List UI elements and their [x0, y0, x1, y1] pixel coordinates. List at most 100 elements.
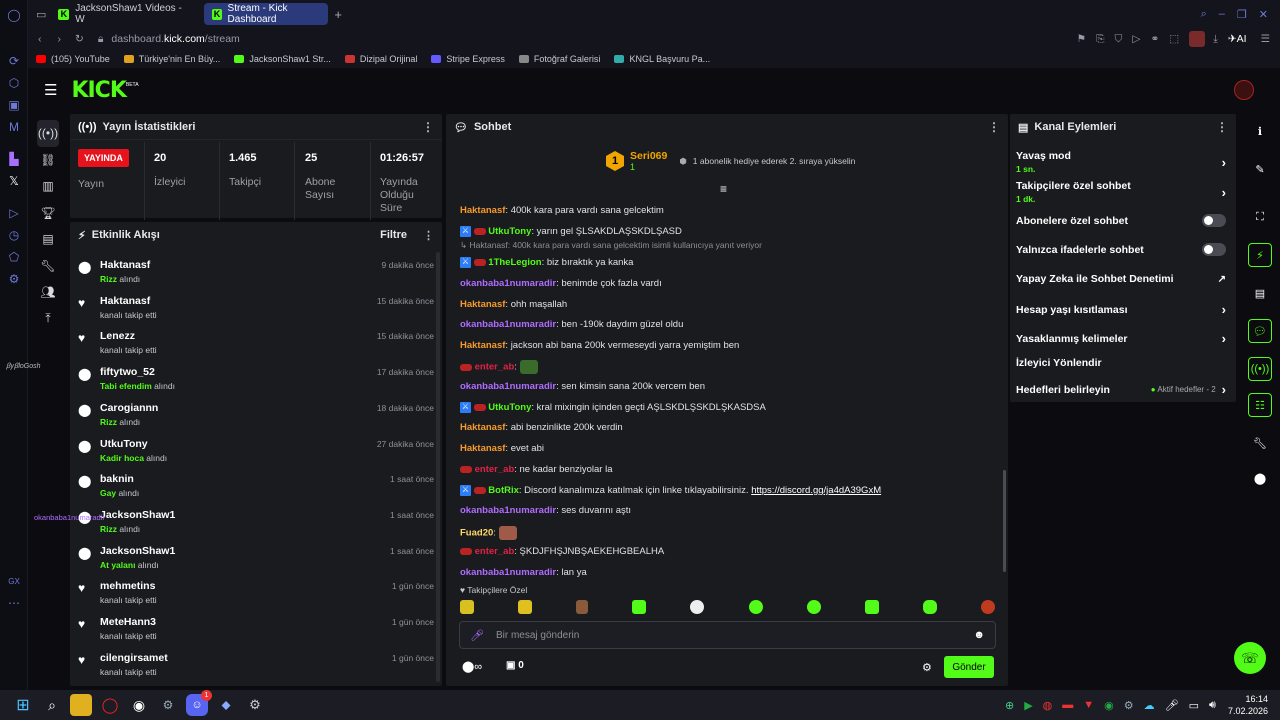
- activity-user[interactable]: Carogiannn: [100, 402, 158, 414]
- activity-user[interactable]: JacksonShaw1: [100, 509, 175, 521]
- toggle-switch[interactable]: [1202, 214, 1226, 227]
- activity-user[interactable]: JacksonShaw1: [100, 545, 175, 557]
- tab-jackson-videos[interactable]: K JacksonShaw1 Videos - W: [50, 3, 200, 25]
- chat-username[interactable]: 1TheLegion: [488, 257, 541, 268]
- steam-icon[interactable]: ⚙: [157, 694, 179, 716]
- tray-icon[interactable]: ◍: [1043, 699, 1053, 712]
- profile-avatar[interactable]: [1189, 31, 1206, 47]
- activity-item[interactable]: ⬤ JacksonShaw1 At yalanı alındı 1 saat ö…: [78, 542, 434, 578]
- bookmark-dizipal[interactable]: Dizipal Orijinal: [344, 54, 417, 64]
- chat-username[interactable]: enter_ab: [475, 464, 515, 475]
- settings-icon[interactable]: ⚙: [0, 268, 28, 290]
- pinboard-icon[interactable]: ⬠: [0, 246, 28, 268]
- adblock-icon[interactable]: ⛉: [1115, 33, 1123, 46]
- emote-icon[interactable]: [576, 600, 589, 614]
- stats-menu-icon[interactable]: ⋮: [422, 120, 434, 134]
- notes-icon[interactable]: ▤: [1248, 281, 1272, 305]
- x-icon[interactable]: 𝕏: [0, 170, 28, 192]
- activity-user[interactable]: cilengirsamet: [100, 652, 168, 664]
- emote-icon[interactable]: [864, 600, 879, 614]
- activity-user[interactable]: Lenezz: [100, 330, 157, 342]
- chat-username[interactable]: enter_ab: [475, 362, 515, 373]
- channel-action-item[interactable]: Takipçilere özel sohbet 1 dk. ›: [1016, 180, 1226, 204]
- collapse-pinned-icon[interactable]: ≡: [720, 182, 727, 196]
- channel-action-item[interactable]: Hesap yaşı kısıtlaması ›: [1016, 302, 1226, 317]
- pinned-leaderboard[interactable]: 1 Seri069 1 ⬢ 1 abonelik hediye ederek 2…: [606, 150, 855, 172]
- chat-username[interactable]: enter_ab: [475, 546, 515, 557]
- activity-menu-icon[interactable]: ⋮: [423, 229, 434, 242]
- bookmark-gallery[interactable]: Fotoğraf Galerisi: [518, 54, 600, 64]
- activity-item[interactable]: ♥︎ Lenezz kanalı takip etti 15 dakika ön…: [78, 327, 434, 363]
- tray-icon[interactable]: ◉: [1104, 699, 1114, 712]
- actions-menu-icon[interactable]: ⋮: [1216, 120, 1228, 134]
- channel-action-item[interactable]: Yavaş mod 1 sn. ›: [1016, 150, 1226, 174]
- toggle-switch[interactable]: [1202, 243, 1226, 256]
- play-icon[interactable]: ▷: [1132, 33, 1140, 45]
- chat-username[interactable]: okanbaba1numaradir: [460, 319, 556, 330]
- chat-username[interactable]: Haktanasf: [460, 422, 505, 433]
- chat-link[interactable]: https://discord.gg/ja4dA39GxM: [751, 485, 881, 496]
- activity-item[interactable]: ♥︎ mehmetins kanalı takip etti 1 gün önc…: [78, 577, 434, 613]
- opera-logo-icon[interactable]: ◯: [0, 4, 28, 26]
- bookmark-kngl[interactable]: KNGL Başvuru Pa...: [614, 54, 710, 64]
- workspaces-icon[interactable]: ▭: [36, 8, 46, 21]
- messenger-icon[interactable]: ▣: [0, 94, 28, 116]
- extensions-icon[interactable]: ⬡: [0, 72, 28, 94]
- chat-username[interactable]: Haktanasf: [460, 443, 505, 454]
- chat-username[interactable]: Haktanasf: [460, 340, 505, 351]
- channel-action-item[interactable]: Hedefleri belirleyin ● Aktif hedefler - 2…: [1016, 382, 1226, 397]
- community-nav-icon[interactable]: 👥︎: [28, 279, 68, 306]
- links-nav-icon[interactable]: ⛓: [28, 147, 68, 174]
- emoji-icon[interactable]: ☻: [973, 629, 985, 641]
- stream-nav-icon[interactable]: ((•)): [37, 120, 59, 147]
- broadcast-toggle-icon[interactable]: ((•)): [1248, 357, 1272, 381]
- activity-user[interactable]: Haktanasf: [100, 295, 157, 307]
- channel-action-item[interactable]: Abonelere özel sohbet: [1016, 214, 1226, 227]
- screenshot-icon[interactable]: ⎘: [1096, 33, 1104, 46]
- lightning-toggle-icon[interactable]: ⚡︎: [1248, 243, 1272, 267]
- app-icon[interactable]: ⬥: [215, 694, 237, 716]
- activity-item[interactable]: ⬤ UtkuTony Kadir hoca alındı 27 dakika ö…: [78, 435, 434, 471]
- chat-settings-icon[interactable]: ⚙: [922, 661, 932, 674]
- activity-item[interactable]: ⬤ fiftytwo_52 Tabi efendim alındı 17 dak…: [78, 363, 434, 399]
- help-fab-icon[interactable]: ☏: [1234, 642, 1266, 674]
- activity-item[interactable]: ♥︎ Haktanasf kanalı takip etti 15 dakika…: [78, 292, 434, 328]
- forward-icon[interactable]: ›: [58, 33, 62, 45]
- mic-icon[interactable]: 🎤︎: [1165, 699, 1179, 712]
- user-avatar[interactable]: [1234, 80, 1254, 100]
- emote-icon[interactable]: [460, 600, 474, 614]
- speed-dial-icon[interactable]: ⟳: [0, 50, 28, 72]
- upload-nav-icon[interactable]: ⤒: [28, 306, 68, 333]
- tray-icon[interactable]: ☁: [1144, 699, 1155, 712]
- player-icon[interactable]: ▷: [0, 202, 28, 224]
- download-icon[interactable]: ⤓: [1213, 33, 1218, 46]
- chat-menu-icon[interactable]: ⋮: [988, 120, 1000, 134]
- chat-username[interactable]: Fuad20: [460, 528, 493, 539]
- minimize-icon[interactable]: –: [1219, 8, 1225, 20]
- trophy-nav-icon[interactable]: 🏆︎: [28, 200, 68, 227]
- activity-user[interactable]: fiftytwo_52: [100, 366, 175, 378]
- tray-icon[interactable]: ▶: [1024, 699, 1032, 712]
- chat-username[interactable]: okanbaba1numaradir: [460, 567, 556, 578]
- activity-user[interactable]: Haktanasf: [100, 259, 150, 271]
- chat-toggle-icon[interactable]: 💬︎: [1248, 319, 1272, 343]
- bookmark-jackson-stream[interactable]: JacksonShaw1 Str...: [234, 54, 331, 64]
- activity-item[interactable]: ⬤ JacksonShaw1 Rizz alındı 1 saat önce: [78, 506, 434, 542]
- vpn-icon[interactable]: ⚭: [1150, 33, 1159, 45]
- back-icon[interactable]: ‹: [38, 33, 42, 45]
- emote-icon[interactable]: [922, 600, 937, 614]
- bookmark-youtube[interactable]: (105) YouTube: [36, 54, 110, 64]
- tools-nav-icon[interactable]: 🔧︎: [28, 253, 68, 280]
- menu-icon[interactable]: ☰: [1261, 33, 1270, 45]
- kick-logo[interactable]: KICK: [71, 78, 126, 103]
- channel-action-item[interactable]: Yasaklanmış kelimeler ›: [1016, 331, 1226, 346]
- activity-item[interactable]: ♥︎ cilengirsamet kanalı takip etti 1 gün…: [78, 649, 434, 685]
- maximize-icon[interactable]: ❐: [1237, 8, 1247, 21]
- edit-icon[interactable]: ✎: [1248, 157, 1272, 181]
- emote-icon[interactable]: [980, 600, 995, 614]
- discord-icon[interactable]: ☺ 1: [186, 690, 212, 716]
- chat-input[interactable]: 🎤︎ Bir mesaj gönderin ☻: [459, 621, 996, 649]
- activity-item[interactable]: ⬤ Carogiannn Rizz alındı 18 dakika önce: [78, 399, 434, 435]
- send-button[interactable]: Gönder: [944, 656, 994, 678]
- settings-icon[interactable]: ⚙: [244, 694, 266, 716]
